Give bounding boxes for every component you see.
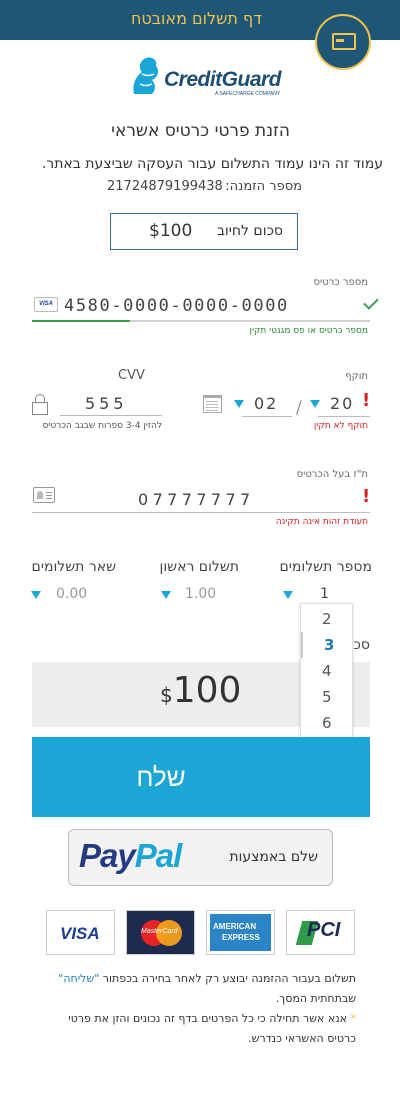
brand-tagline: A SAFECHARGE COMPANY	[215, 91, 281, 97]
footer-line-4: כרטיס האשראי כנדרש.	[248, 1032, 356, 1045]
paypal-text: שלם באמצעות	[229, 849, 318, 865]
footer-line-3: * אנא אשר תחילה כי כל הפרטים בדף זה נכונ…	[68, 1012, 356, 1025]
total-value: 100	[172, 670, 242, 711]
dropdown-option-selected[interactable]: 3	[301, 632, 352, 658]
notice-text: עמוד זה הינו עמוד התשלום עבור העסקה שביצ…	[41, 156, 383, 172]
id-input[interactable]: 07777777	[138, 490, 255, 509]
paypal-pay: Pay	[79, 837, 136, 874]
visa-chip-icon: VISA	[34, 297, 58, 312]
id-underline	[32, 512, 370, 513]
rest-payments-label: שאר תשלומים	[31, 559, 116, 575]
footer-line-1-text: תשלום בעבור ההזמנה יבוצע רק לאחר בחירה ב…	[99, 972, 356, 985]
lion-icon	[133, 57, 159, 94]
expiry-error-icon: !	[362, 390, 371, 411]
visa-logo: VISA	[46, 910, 115, 955]
expiry-year-underline	[318, 416, 370, 417]
installments-count-select[interactable]: 1	[320, 586, 329, 602]
id-card-icon	[33, 487, 55, 503]
credit-card-icon	[332, 33, 356, 50]
amount-box: סכום לחיוב $100	[110, 213, 298, 250]
cvv-label: CVV	[118, 368, 145, 383]
cvv-hint: להזין 3-4 ספרות שבגב הכרטיס	[42, 421, 162, 431]
amex-line1: AMERICAN	[213, 922, 257, 931]
pci-logo: PCI	[286, 910, 355, 955]
id-label: ת"ז בעל הכרטיס	[296, 469, 368, 480]
rest-payments-arrow-icon[interactable]	[31, 591, 41, 599]
paypal-button[interactable]: PayPal שלם באמצעות	[68, 829, 333, 886]
footer-line-3-text: אנא אשר תחילה כי כל הפרטים בדף זה נכונים…	[68, 1012, 351, 1025]
footer-line-1: תשלום בעבור ההזמנה יבוצע רק לאחר בחירה ב…	[58, 972, 356, 985]
cvv-underline	[60, 415, 162, 416]
mastercard-logo: MasterCard	[126, 910, 195, 955]
dropdown-option[interactable]: 4	[301, 658, 352, 684]
first-payment-arrow-icon[interactable]	[161, 591, 171, 599]
first-payment-label: תשלום ראשון	[159, 559, 239, 575]
amount-label: סכום לחיוב	[216, 223, 283, 239]
visa-word: VISA	[60, 924, 100, 943]
amount-value: $100	[149, 221, 193, 241]
header-title: דף תשלום מאובטח	[130, 9, 262, 28]
installments-arrow-icon[interactable]	[283, 591, 293, 599]
submit-button[interactable]: שלח	[32, 737, 370, 817]
dropdown-option[interactable]: 6	[301, 710, 352, 736]
expiry-month-arrow-icon[interactable]	[234, 400, 244, 408]
pci-word: PCI	[307, 919, 341, 941]
dropdown-option[interactable]: 5	[301, 684, 352, 710]
footer-highlight: "שליחה"	[58, 972, 100, 985]
expiry-month-select[interactable]: 02	[254, 394, 278, 413]
card-number-label: מספר כרטיס	[313, 277, 369, 288]
rest-payments-select[interactable]: 0.00	[56, 586, 87, 602]
lock-icon	[32, 394, 48, 415]
expiry-year-arrow-icon[interactable]	[310, 400, 320, 408]
amex-line2: EXPRESS	[222, 933, 260, 942]
order-label: מספר הזמנה:	[225, 179, 302, 194]
secure-badge	[315, 14, 371, 70]
total-currency: $	[160, 683, 173, 707]
card-number-input[interactable]: 4580-0000-0000-0000	[64, 296, 289, 316]
cvv-input[interactable]: 555	[85, 394, 128, 413]
mastercard-word: MasterCard	[141, 928, 178, 935]
dropdown-option[interactable]: 2	[301, 606, 352, 632]
brand-name: CreditGuard	[164, 68, 282, 91]
amex-logo: AMERICAN EXPRESS	[206, 910, 275, 955]
expiry-label: תוקף	[345, 371, 368, 382]
amex-box: AMERICAN EXPRESS	[210, 914, 271, 951]
page-title: הזנת פרטי כרטיס אשראי	[111, 121, 290, 141]
id-error-icon: !	[362, 486, 371, 507]
first-payment-select[interactable]: 1.00	[185, 586, 216, 602]
valid-check-icon	[363, 294, 379, 310]
expiry-year-select[interactable]: 20	[330, 394, 354, 413]
paypal-pal: Pal	[134, 837, 183, 874]
expiry-separator: /	[296, 398, 302, 418]
paypal-logo: PayPal	[79, 837, 183, 875]
creditguard-logo: CreditGuard A SAFECHARGE COMPANY	[128, 54, 298, 100]
id-error: תעודת זהות אינה תקינה	[275, 517, 368, 527]
expiry-month-underline	[242, 416, 292, 417]
card-number-valid-underline	[32, 320, 130, 322]
footer-star: *	[350, 1012, 357, 1025]
card-number-hint: מספר כרטיס או פס מגנטי תקין	[249, 326, 368, 336]
order-number: 21724879199438	[107, 179, 223, 194]
total-amount: $100	[160, 670, 241, 711]
installments-count-label: מספר תשלומים	[279, 559, 372, 575]
calendar-icon	[203, 395, 222, 413]
expiry-error: תוקף לא תקין	[313, 421, 368, 431]
footer-line-2: שבתחתית המסך.	[275, 992, 356, 1005]
